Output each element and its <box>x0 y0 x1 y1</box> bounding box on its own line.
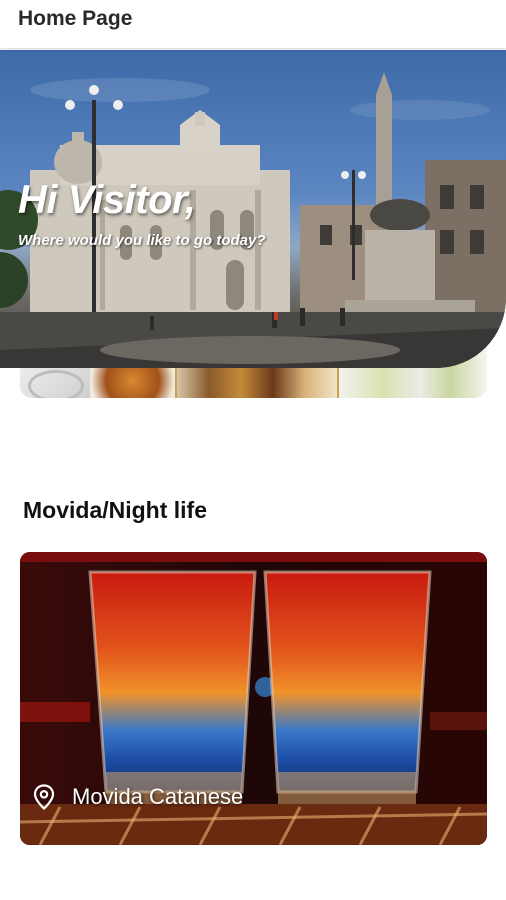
location-pin-icon <box>32 784 56 810</box>
app-bar: Home Page <box>0 0 506 48</box>
hero-greeting: Hi Visitor, <box>18 178 196 222</box>
place-card-movida-catanese[interactable]: Movida Catanese <box>20 552 487 845</box>
page-title: Home Page <box>18 7 133 30</box>
place-card-label-row: Movida Catanese <box>32 784 243 810</box>
hero-banner: Hi Visitor, Where would you like to go t… <box>0 50 506 368</box>
hero-question: Where would you like to go today? <box>18 232 266 249</box>
section-title-nightlife: Movida/Night life <box>23 497 207 523</box>
place-card-title: Movida Catanese <box>72 784 244 809</box>
